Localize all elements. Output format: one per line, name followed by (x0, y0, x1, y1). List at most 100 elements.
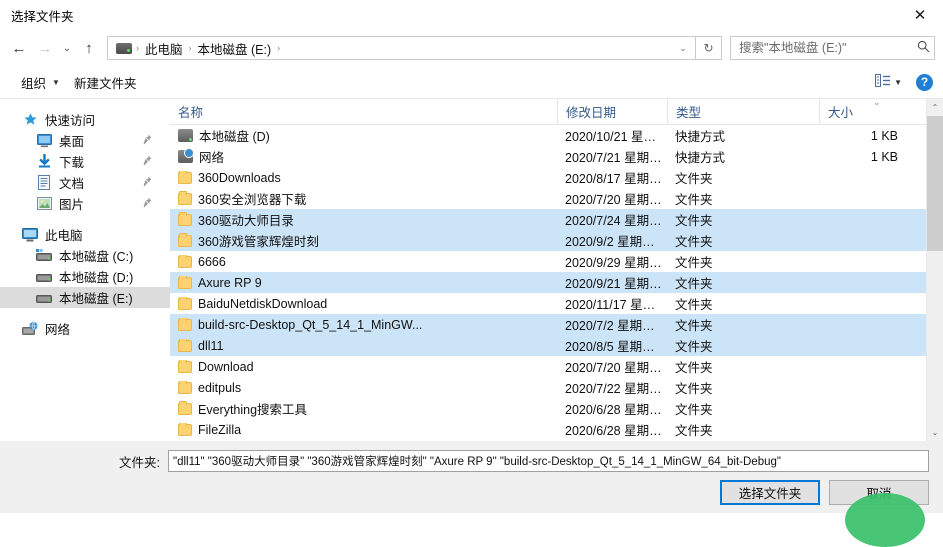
column-header-label: 大小 (828, 106, 854, 120)
dialog-footer: 文件夹: 选择文件夹 取消 (0, 441, 943, 547)
table-row[interactable]: Download 2020/7/20 星期一 8:32 文件夹 (170, 356, 926, 377)
footer-buttons: 选择文件夹 取消 (0, 472, 943, 505)
table-row[interactable]: 360驱动大师目录 2020/7/24 星期五 8:42 文件夹 (170, 209, 926, 230)
dialog-body: 快速访问 桌面 下载 文档 图片此电脑 本地磁盘 (C:) 本地磁盘 (D:) 本地磁盘 (E… (0, 98, 943, 441)
new-folder-label: 新建文件夹 (73, 76, 137, 91)
table-row[interactable]: 网络 2020/7/21 星期二 14:... 快捷方式 1 KB (170, 146, 926, 167)
table-row[interactable]: 360安全浏览器下载 2020/7/20 星期一 8:32 文件夹 (170, 188, 926, 209)
up-button[interactable]: ↑ (76, 35, 102, 61)
table-row[interactable]: BaiduNetdiskDownload 2020/11/17 星期二 1... 文… (170, 293, 926, 314)
breadcrumb-item-1[interactable]: 本地磁盘 (E:) (194, 38, 276, 59)
cell-name: 本地磁盘 (D) (170, 126, 557, 145)
column-header-0[interactable]: 名称 (170, 99, 557, 124)
sidebar-item-8[interactable]: 本地磁盘 (E:) (0, 287, 170, 308)
sidebar-item-2[interactable]: 下载 (0, 151, 170, 172)
network-icon (22, 321, 38, 337)
view-mode-button[interactable]: ▼ (871, 71, 906, 93)
cell-type: 文件夹 (675, 382, 713, 396)
sidebar-item-label: 网络 (45, 323, 71, 337)
sidebar-item-4[interactable]: 图片 (0, 193, 170, 214)
sidebar-item-label: 本地磁盘 (E:) (59, 292, 133, 306)
file-name: 360游戏管家辉煌时刻 (198, 235, 319, 249)
help-button[interactable]: ? (916, 73, 933, 91)
table-row[interactable]: Everything搜索工具 2020/6/28 星期日 14:... 文件夹 (170, 398, 926, 419)
cell-name: 360驱动大师目录 (170, 210, 557, 229)
table-row[interactable]: editpuls 2020/7/22 星期三 13:... 文件夹 (170, 377, 926, 398)
chevron-down-icon: ▼ (52, 77, 60, 87)
table-row[interactable]: 360Downloads 2020/8/17 星期一 16:... 文件夹 (170, 167, 926, 188)
up-arrow-icon: ↑ (85, 39, 93, 57)
folder-input[interactable] (168, 450, 929, 472)
search-input[interactable] (739, 41, 917, 55)
table-row[interactable]: FileZilla 2020/6/28 星期日 14:... 文件夹 (170, 419, 926, 440)
scrollbar-thumb[interactable] (927, 116, 943, 251)
cancel-button[interactable]: 取消 (829, 480, 929, 505)
address-dropdown-button[interactable]: ⌄ (671, 37, 695, 59)
file-name: 360驱动大师目录 (198, 214, 294, 228)
file-name: 360安全浏览器下载 (198, 193, 307, 207)
column-header-1[interactable]: 修改日期 (557, 99, 667, 124)
cell-date: 2020/6/28 星期日 14:... (565, 403, 667, 417)
table-row[interactable]: Axure RP 9 2020/9/21 星期一 21:... 文件夹 (170, 272, 926, 293)
sidebar-item-1[interactable]: 桌面 (0, 130, 170, 151)
pin-icon[interactable] (142, 176, 152, 190)
folder-icon (178, 380, 192, 394)
sidebar-item-0[interactable]: 快速访问 (0, 109, 170, 130)
column-header-3[interactable]: 大小 ⌄ (819, 99, 926, 124)
table-row[interactable]: 本地磁盘 (D) 2020/10/21 星期三 9:... 快捷方式 1 KB (170, 125, 926, 146)
back-button[interactable]: ← (6, 35, 32, 61)
scrollbar-track[interactable] (927, 116, 943, 424)
sidebar-item-6[interactable]: 本地磁盘 (C:) (0, 245, 170, 266)
sidebar-item-5[interactable]: 此电脑 (0, 224, 170, 245)
vertical-scrollbar[interactable]: ⌃ ⌄ (926, 99, 943, 441)
breadcrumb-item-0[interactable]: 此电脑 (141, 38, 187, 59)
cell-type: 文件夹 (675, 172, 713, 186)
column-header-label: 名称 (178, 106, 204, 120)
pin-icon[interactable] (142, 197, 152, 211)
cell-type: 文件夹 (675, 319, 713, 333)
close-button[interactable]: ✕ (897, 0, 943, 30)
search-box[interactable] (730, 36, 935, 60)
forward-button[interactable]: → (32, 35, 58, 61)
cell-type: 文件夹 (675, 235, 713, 249)
refresh-button[interactable]: ↻ (696, 36, 722, 60)
scroll-down-button[interactable]: ⌄ (927, 424, 943, 441)
sidebar-item-3[interactable]: 文档 (0, 172, 170, 193)
forward-arrow-icon: → (37, 39, 53, 57)
cell-name: 360游戏管家辉煌时刻 (170, 231, 557, 250)
sidebar-item-7[interactable]: 本地磁盘 (D:) (0, 266, 170, 287)
close-icon: ✕ (913, 6, 927, 24)
address-bar[interactable]: › 此电脑 › 本地磁盘 (E:) › ⌄ (107, 36, 696, 60)
sidebar-item-9[interactable]: 网络 (0, 318, 170, 339)
folder-icon (178, 359, 192, 373)
pin-icon[interactable] (142, 155, 152, 169)
refresh-icon: ↻ (703, 41, 714, 55)
file-name: 本地磁盘 (D) (199, 130, 270, 144)
column-header-2[interactable]: 类型 (667, 99, 819, 124)
table-row[interactable]: build-src-Desktop_Qt_5_14_1_MinGW... 2020… (170, 314, 926, 335)
file-name: 网络 (199, 151, 225, 165)
navigation-bar: ← → ⌄ ↑ › 此电脑 › 本地磁盘 (E:) › ⌄ ↻ (0, 30, 943, 66)
chevron-up-icon: ⌃ (931, 103, 939, 112)
pin-icon[interactable] (142, 134, 152, 148)
chevron-down-icon: ⌄ (62, 42, 72, 54)
cell-date: 2020/7/21 星期二 14:... (565, 151, 667, 165)
organize-button[interactable]: 组织 ▼ (14, 70, 67, 95)
file-name: editpuls (198, 380, 242, 395)
folder-icon (178, 422, 192, 436)
shortcut-drive-icon (178, 129, 193, 142)
table-row[interactable]: 360游戏管家辉煌时刻 2020/9/2 星期三 11:30 文件夹 (170, 230, 926, 251)
cell-name: 6666 (170, 254, 557, 269)
search-icon (917, 40, 930, 56)
cell-type: 快捷方式 (675, 151, 726, 165)
table-row[interactable]: 6666 2020/9/29 星期二 12:... 文件夹 (170, 251, 926, 272)
new-folder-button[interactable]: 新建文件夹 (67, 70, 144, 95)
table-row[interactable]: dll11 2020/8/5 星期三 17:17 文件夹 (170, 335, 926, 356)
recent-locations-button[interactable]: ⌄ (58, 35, 76, 61)
select-folder-button[interactable]: 选择文件夹 (720, 480, 820, 505)
drive-icon (36, 269, 52, 285)
sort-indicator-icon: ⌄ (873, 99, 881, 107)
cell-type: 文件夹 (675, 403, 713, 417)
scroll-up-button[interactable]: ⌃ (927, 99, 943, 116)
